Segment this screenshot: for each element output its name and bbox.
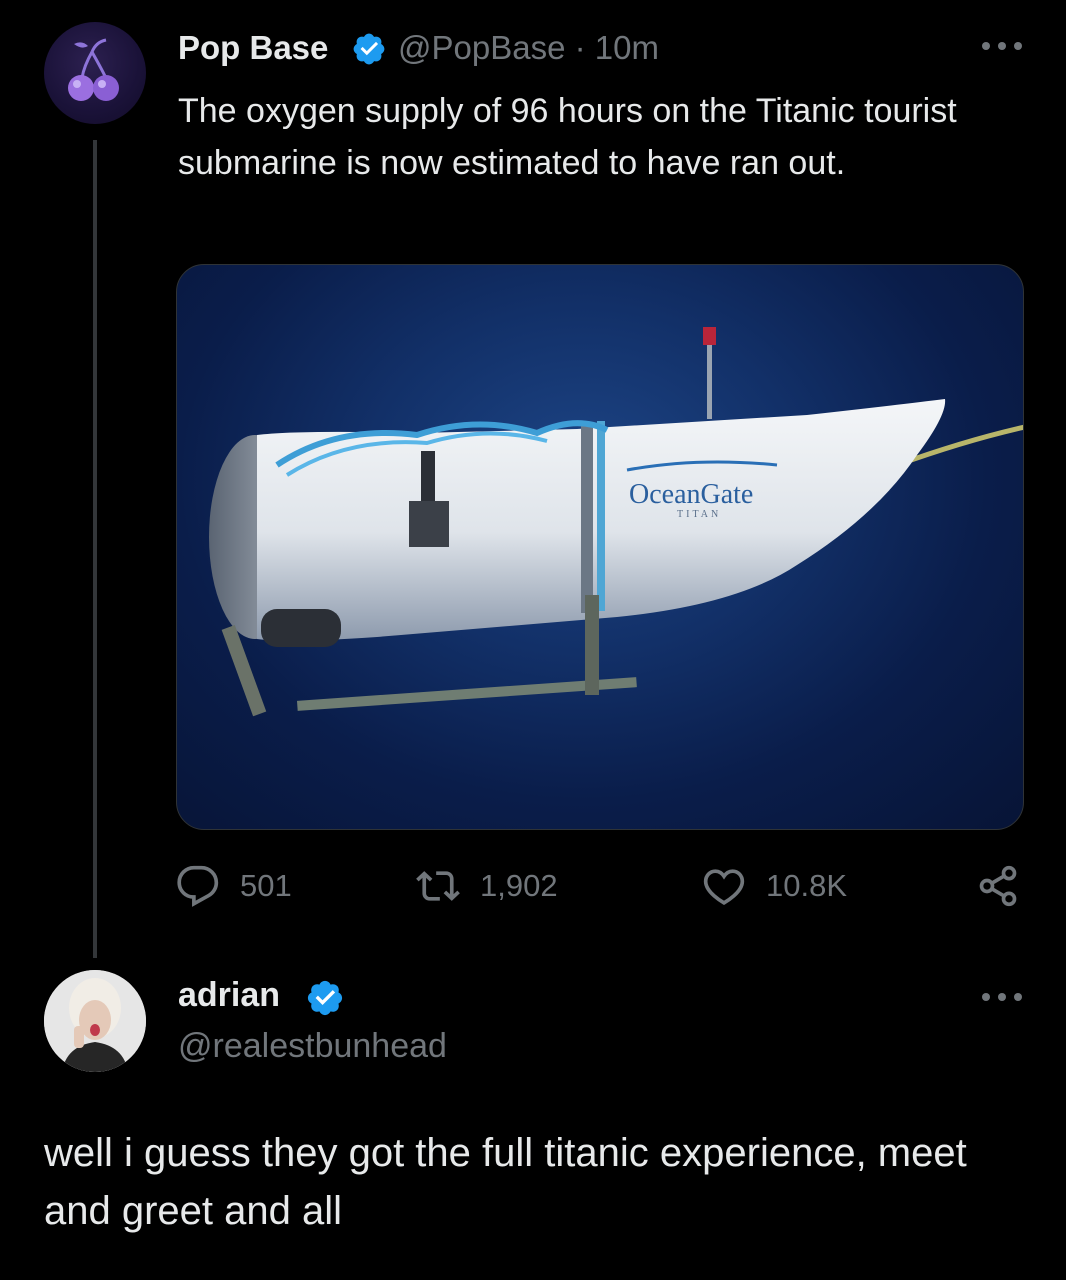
- reply-icon: [177, 865, 219, 907]
- share-button[interactable]: [976, 864, 1020, 908]
- user-photo-icon: [44, 970, 146, 1072]
- submarine-image: OceanGate TITAN: [209, 327, 1023, 717]
- like-button[interactable]: 10.8K: [702, 864, 847, 908]
- author-name[interactable]: Pop Base: [178, 29, 328, 67]
- reply-count: 501: [240, 868, 292, 903]
- retweet-count: 1,902: [480, 868, 558, 903]
- verified-badge-icon: [353, 33, 385, 65]
- reply-author-name[interactable]: adrian: [178, 976, 280, 1015]
- retweet-button[interactable]: 1,902: [416, 864, 558, 908]
- tweet-text: The oxygen supply of 96 hours on the Tit…: [178, 92, 957, 182]
- thread-line: [93, 140, 97, 958]
- reply-author-handle[interactable]: @realestbunhead: [178, 1027, 447, 1066]
- avatar-popbase[interactable]: [44, 22, 146, 124]
- verified-badge-icon: [307, 980, 343, 1016]
- tweet-media-image[interactable]: OceanGate TITAN: [176, 264, 1024, 830]
- like-count: 10.8K: [766, 868, 848, 903]
- reply-text: well i guess they got the full titanic e…: [44, 1131, 967, 1233]
- heart-icon: [703, 869, 745, 905]
- reply-button[interactable]: 501: [176, 864, 292, 908]
- tweet-meta: @PopBase · 10m: [398, 29, 659, 67]
- media-sub-text: TITAN: [677, 509, 721, 520]
- avatar-adrian[interactable]: [44, 970, 146, 1072]
- tweet-time[interactable]: 10m: [595, 29, 659, 66]
- retweet-icon: [416, 871, 460, 901]
- author-handle[interactable]: @PopBase: [398, 29, 565, 66]
- meta-separator: ·: [574, 29, 586, 66]
- share-icon: [979, 865, 1017, 907]
- more-options-icon[interactable]: [978, 36, 1026, 56]
- cherry-logo-icon: [68, 38, 119, 101]
- media-brand-text: OceanGate: [629, 479, 753, 510]
- more-options-icon[interactable]: [978, 987, 1026, 1007]
